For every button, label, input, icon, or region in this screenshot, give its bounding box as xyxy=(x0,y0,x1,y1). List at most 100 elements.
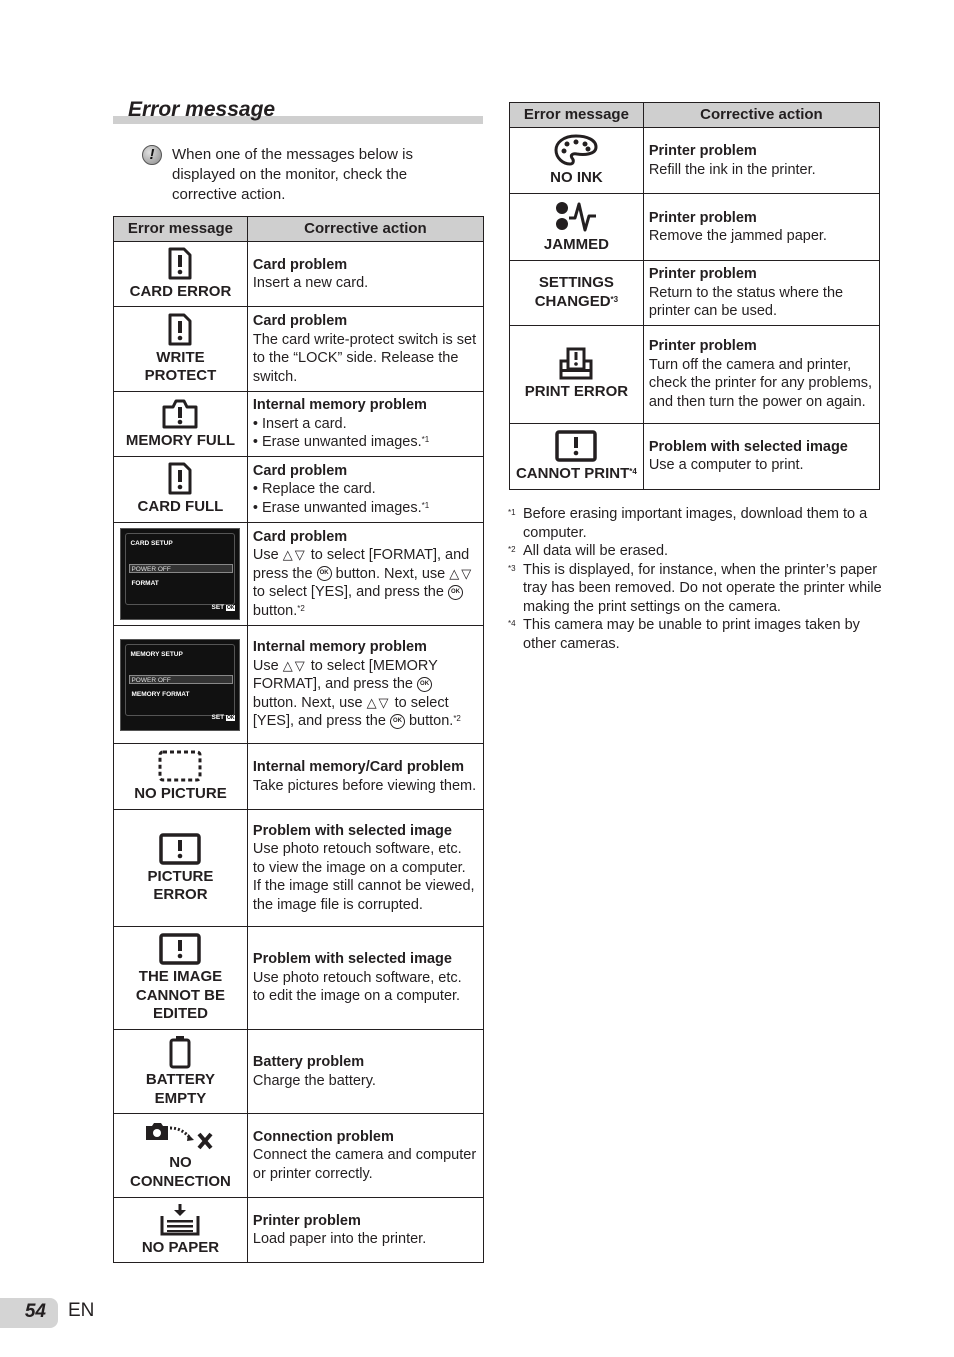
problem-title: Connection problem xyxy=(252,1128,394,1145)
screen-header: CARD SETUP xyxy=(130,540,173,547)
table-header-row: Error message Corrective action xyxy=(113,216,485,242)
up-down-arrows-icon: △▽ xyxy=(449,565,474,581)
footnote-ref: *3 xyxy=(610,294,619,304)
problem-title: Internal memory problem xyxy=(252,397,427,414)
error-message-label: PRINT ERROR xyxy=(524,382,629,400)
action-text: Insert a new card. xyxy=(252,275,369,291)
error-message-label: THE IMAGE CANNOT BE EDITED xyxy=(135,968,226,1023)
action-cell: Problem with selected image Use a comput… xyxy=(642,422,881,490)
language-label: EN xyxy=(68,1300,95,1321)
action-cell: Card problem Insert a new card. xyxy=(246,241,485,307)
footnote: *2 All data will be erased. xyxy=(508,543,669,559)
footnote-ref: *4 xyxy=(629,466,637,476)
problem-title: Printer problem xyxy=(648,338,757,354)
problem-title: Internal memory/Card problem xyxy=(252,759,465,775)
error-message-label: BATTERY EMPTY xyxy=(145,1071,216,1107)
error-message-label: CARD FULL xyxy=(137,498,224,516)
problem-title: Printer problem xyxy=(648,266,757,282)
problem-title: Card problem xyxy=(252,462,348,479)
table-row: MEMORY SETUP POWER OFF MEMORY FORMAT SET… xyxy=(113,625,485,744)
action-text: Use a computer to print. xyxy=(648,457,804,473)
footnote: *3 This is displayed, for instance, when … xyxy=(508,561,882,615)
error-cell: MEMORY FULL xyxy=(113,391,248,457)
picture-error-icon xyxy=(159,832,202,865)
footnotes: *1 Before erasing important images, downl… xyxy=(508,505,883,653)
action-bullet: Erase unwanted images.*1 xyxy=(253,433,477,452)
action-text: Turn off the camera and printer, check t… xyxy=(648,356,873,410)
action-cell: Internal memory problem Use △▽ to select… xyxy=(246,625,485,744)
error-message-label: WRITE PROTECT xyxy=(144,348,217,385)
error-cell: THE IMAGE CANNOT BE EDITED xyxy=(113,926,248,1030)
no-picture-icon xyxy=(158,750,202,782)
action-text: Charge the battery. xyxy=(252,1072,376,1089)
action-cell: Printer problem Turn off the camera and … xyxy=(642,324,881,424)
problem-title: Printer problem xyxy=(252,1212,361,1229)
up-down-arrows-icon: △▽ xyxy=(282,657,307,673)
error-message-label: NO PAPER xyxy=(141,1238,220,1256)
problem-title: Problem with selected image xyxy=(252,951,452,968)
page-title: Error message xyxy=(128,98,276,121)
error-cell: SETTINGS CHANGED*3 xyxy=(509,260,644,326)
error-cell: NO PICTURE xyxy=(113,743,248,810)
error-cell: JAMMED xyxy=(509,193,644,261)
action-cell: Card problem Use △▽ to select [FORMAT], … xyxy=(246,522,485,626)
problem-title: Card problem xyxy=(252,256,348,273)
table-row: JAMMED Printer problem Remove the jammed… xyxy=(509,193,881,261)
problem-title: Problem with selected image xyxy=(648,438,848,455)
screen-header: MEMORY SETUP xyxy=(130,650,183,658)
error-cell: NO PAPER xyxy=(113,1197,248,1263)
card-setup-screen: CARD SETUP POWER OFF FORMAT SET OK xyxy=(120,528,241,620)
error-message-label: MEMORY FULL xyxy=(125,431,236,449)
table-row: MEMORY FULL Internal memory problem Inse… xyxy=(113,391,485,457)
problem-title: Battery problem xyxy=(252,1054,365,1070)
footnote-ref: *1 xyxy=(421,500,430,510)
caution-note-text: When one of the messages below is displa… xyxy=(172,146,413,203)
error-message-label: NO PICTURE xyxy=(134,785,227,803)
action-cell: Printer problem Load paper into the prin… xyxy=(246,1197,485,1263)
action-cell: Printer problem Return to the status whe… xyxy=(642,260,881,326)
action-bullet: Replace the card. xyxy=(253,480,477,499)
error-message-label: JAMMED xyxy=(543,235,609,253)
action-text: Remove the jammed paper. xyxy=(648,228,827,244)
action-cell: Printer problem Remove the jammed paper. xyxy=(642,193,881,261)
action-text: Take pictures before viewing them. xyxy=(252,777,477,794)
screen-set-label: SET OK xyxy=(211,603,236,611)
table-row: CARD ERROR Card problem Insert a new car… xyxy=(113,241,485,307)
error-message-label: CARD ERROR xyxy=(129,282,232,300)
action-text: Use photo retouch software, etc. to view… xyxy=(252,841,475,913)
footnote-ref: *2 xyxy=(453,714,461,724)
table-row: NO CONNECTION Connection problem Connect… xyxy=(113,1113,485,1198)
ok-button-icon: OK xyxy=(447,584,463,600)
card-full-icon xyxy=(168,462,192,495)
table-row: NO PICTURE Internal memory/Card problem … xyxy=(113,743,485,810)
memory-setup-screen: MEMORY SETUP POWER OFF MEMORY FORMAT SET… xyxy=(120,638,241,731)
error-table-left: Error message Corrective action CARD ERR… xyxy=(113,216,485,1263)
screen-selected-option: POWER OFF xyxy=(129,674,234,684)
table-row: CARD FULL Card problem Replace the card.… xyxy=(113,456,485,523)
error-cell: MEMORY SETUP POWER OFF MEMORY FORMAT SET… xyxy=(113,625,248,744)
table-header-row: Error message Corrective action xyxy=(509,102,881,128)
up-down-arrows-icon: △▽ xyxy=(366,694,391,710)
action-cell: Internal memory/Card problem Take pictur… xyxy=(246,743,485,810)
action-bullet: Insert a card. xyxy=(253,415,477,434)
table-row: CARD SETUP POWER OFF FORMAT SET OK Card … xyxy=(113,522,485,626)
jammed-icon xyxy=(556,201,597,232)
error-message-label: SETTINGS CHANGED*3 xyxy=(534,274,619,310)
ok-button-icon: OK xyxy=(316,566,332,582)
problem-title: Internal memory problem xyxy=(252,639,427,656)
action-cell: Problem with selected image Use photo re… xyxy=(246,809,485,927)
action-text: Use △▽ to select [FORMAT], and press the… xyxy=(252,547,474,619)
error-cell: NO INK xyxy=(509,127,644,194)
error-cell: CARD FULL xyxy=(113,456,248,523)
ok-button-icon: OK xyxy=(417,676,433,692)
table-row: WRITE PROTECT Card problem The card writ… xyxy=(113,306,485,392)
action-text: Connect the camera and computer or print… xyxy=(252,1147,477,1182)
error-cell: WRITE PROTECT xyxy=(113,306,248,392)
action-cell: Card problem The card write-protect swit… xyxy=(246,306,485,392)
cannot-print-icon xyxy=(555,430,598,462)
up-down-arrows-icon: △▽ xyxy=(282,547,307,563)
error-cell: NO CONNECTION xyxy=(113,1113,248,1198)
problem-title: Printer problem xyxy=(648,209,757,226)
footnote-ref: *1 xyxy=(421,435,430,445)
column-header-error-message: Error message xyxy=(113,216,248,242)
